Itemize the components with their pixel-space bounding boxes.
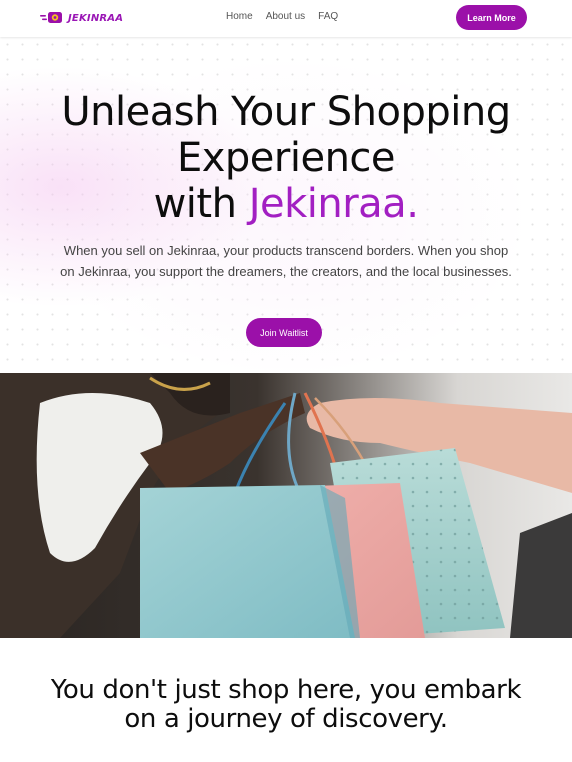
journey-heading-line1: You don't just shop here, you embark [50,675,522,705]
nav-link-about-us[interactable]: About us [266,11,305,22]
journey-heading-line2: on a journey of discovery. [124,704,448,734]
hero-section: Unleash Your Shopping Experience with Je… [0,37,572,373]
hero-title: Unleash Your Shopping Experience with Je… [0,89,572,227]
nav-link-faq[interactable]: FAQ [318,11,338,22]
brand-name: JEKINRAA [68,12,124,24]
nav-link-home[interactable]: Home [226,11,253,22]
shopping-cart-icon [40,10,66,26]
join-waitlist-button[interactable]: Join Waitlist [246,318,322,347]
hero-title-line1: Unleash Your Shopping [61,89,511,135]
hero-title-with: with [153,181,237,227]
journey-heading: You don't just shop here, you embark on … [0,676,572,734]
hero-title-line2: Experience [176,135,396,181]
hero-title-brand: Jekinraa. [248,181,419,227]
brand-logo[interactable]: JEKINRAA [40,10,123,26]
nav-links: Home About us FAQ [226,11,351,22]
learn-more-button[interactable]: Learn More [456,5,527,30]
top-navbar: JEKINRAA Home About us FAQ Learn More [0,0,572,37]
shopping-bags-photo [0,373,572,638]
hero-subtitle: When you sell on Jekinraa, your products… [60,243,512,279]
